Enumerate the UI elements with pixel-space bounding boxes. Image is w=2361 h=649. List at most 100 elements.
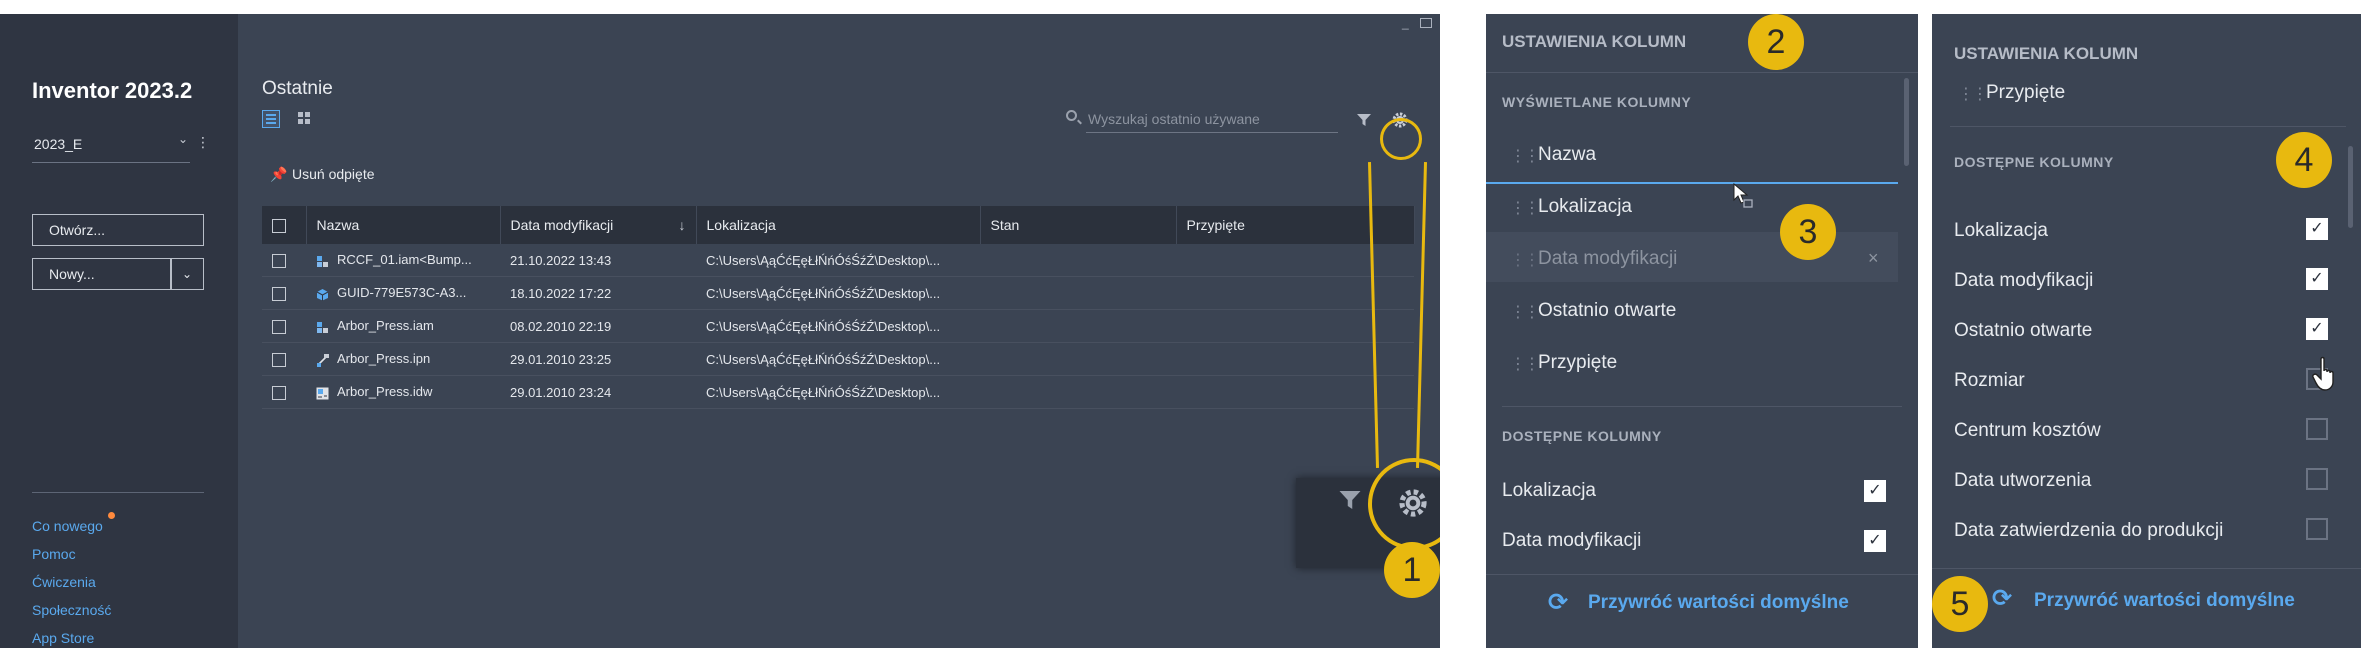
file-pinned	[1176, 375, 1414, 409]
select-all-header[interactable]	[262, 206, 307, 244]
displayed-column-item[interactable]: Przypięte	[1538, 352, 1617, 374]
restore-defaults-button[interactable]: Przywróć wartości domyślne	[1588, 592, 1849, 614]
select-all-checkbox[interactable]	[272, 219, 286, 234]
row-checkbox[interactable]	[272, 352, 286, 367]
remove-column-icon[interactable]: ×	[1868, 248, 1879, 269]
available-columns-header: DOSTĘPNE KOLUMNY	[1954, 154, 2114, 170]
grid-view-icon[interactable]	[296, 110, 314, 128]
column-header-pinned[interactable]: Przypięte	[1176, 206, 1415, 244]
table-header-row: Nazwa Data modyfikacji ↓ Lokalizacja Stan…	[262, 206, 1415, 244]
dragged-column-item[interactable]: Data modyfikacji	[1538, 248, 1677, 270]
step-badge-2: 2	[1748, 14, 1804, 70]
refresh-icon[interactable]: ⟳	[1992, 584, 2012, 613]
part-icon	[316, 288, 329, 301]
file-location: C:\Users\ĄąĆćĘęŁłŃńÓśŚźŹ\Desktop\...	[696, 244, 980, 277]
more-options-icon[interactable]: ⋮	[196, 134, 210, 151]
file-name-cell[interactable]: GUID-779E573C-A3...	[306, 276, 500, 310]
displayed-column-item[interactable]: Ostatnio otwarte	[1538, 300, 1676, 322]
table-row[interactable]: Arbor_Press.ipn 29.01.2010 23:25 C:\Users\…	[262, 342, 1414, 376]
file-pinned	[1176, 309, 1414, 343]
table-row[interactable]: RCCF_01.iam<Bump... 21.10.2022 13:43 C:\Us…	[262, 244, 1414, 277]
table-row[interactable]: GUID-779E573C-A3... 18.10.2022 17:22 C:\Us…	[262, 276, 1414, 310]
pin-icon: 📌	[270, 166, 288, 182]
link-whats-new[interactable]: Co nowego	[32, 518, 103, 534]
hand-cursor-icon	[2312, 356, 2334, 391]
drawing-icon	[316, 387, 329, 400]
column-header-location[interactable]: Lokalizacja	[696, 206, 981, 244]
displayed-column-item[interactable]: Lokalizacja	[1538, 196, 1632, 218]
sidebar: Inventor 2023.2 2023_E ⌄ ⋮ Otwórz... Now…	[0, 14, 238, 648]
file-name: Arbor_Press.ipn	[337, 351, 431, 367]
project-selector[interactable]: 2023_E	[34, 136, 82, 152]
row-select-cell[interactable]	[262, 244, 306, 277]
table-row[interactable]: Arbor_Press.iam 08.02.2010 22:19 C:\Users\…	[262, 309, 1414, 343]
restore-window-icon[interactable]	[1420, 18, 1432, 28]
available-column-item: Ostatnio otwarte	[1954, 320, 2093, 341]
open-button[interactable]: Otwórz...	[32, 214, 204, 246]
drag-handle-icon[interactable]: ⋮⋮	[1510, 146, 1540, 166]
file-name-cell[interactable]: Arbor_Press.idw	[306, 375, 500, 409]
row-select-cell[interactable]	[262, 276, 306, 310]
chevron-down-icon[interactable]: ⌄	[178, 132, 188, 146]
row-checkbox[interactable]	[272, 286, 286, 301]
row-select-cell[interactable]	[262, 375, 306, 409]
new-button[interactable]: Nowy...	[32, 258, 172, 290]
available-column-checkbox[interactable]	[2306, 218, 2328, 240]
file-name-cell[interactable]: RCCF_01.iam<Bump...	[306, 244, 500, 277]
link-app-store[interactable]: App Store	[32, 630, 94, 646]
available-column-checkbox[interactable]	[2306, 268, 2328, 290]
drag-handle-icon[interactable]: ⋮⋮	[1510, 354, 1540, 374]
new-dropdown-chevron-icon[interactable]: ⌄	[170, 258, 204, 290]
file-name-cell[interactable]: Arbor_Press.ipn	[306, 342, 500, 376]
drag-handle-icon[interactable]: ⋮⋮	[1510, 250, 1540, 270]
link-community[interactable]: Społeczność	[32, 602, 111, 618]
column-header-state[interactable]: Stan	[980, 206, 1177, 244]
presentation-icon	[316, 353, 329, 367]
file-location: C:\Users\ĄąĆćĘęŁłŃńÓśŚźŹ\Desktop\...	[696, 276, 980, 310]
link-help[interactable]: Pomoc	[32, 546, 76, 562]
available-column-checkbox[interactable]	[1864, 530, 1886, 552]
scrollbar-thumb[interactable]	[1904, 78, 1909, 166]
available-column-checkbox[interactable]	[2306, 468, 2328, 490]
file-state	[980, 342, 1176, 376]
row-select-cell[interactable]	[262, 309, 306, 343]
row-select-cell[interactable]	[262, 342, 306, 376]
available-column-checkbox[interactable]	[1864, 480, 1886, 502]
displayed-column-item[interactable]: Przypięte	[1986, 82, 2065, 104]
table-row[interactable]: Arbor_Press.idw 29.01.2010 23:24 C:\Users\…	[262, 375, 1414, 409]
drag-handle-icon[interactable]: ⋮⋮	[1510, 198, 1540, 218]
link-tutorials[interactable]: Ćwiczenia	[32, 574, 96, 590]
scrollbar-thumb[interactable]	[2348, 146, 2353, 228]
row-checkbox[interactable]	[272, 253, 286, 268]
row-checkbox[interactable]	[272, 385, 286, 400]
minimize-icon[interactable]: _	[1402, 16, 1409, 30]
available-column-item: Data modyfikacji	[1502, 530, 1642, 551]
drop-indicator-line	[1486, 182, 1898, 184]
available-column-checkbox[interactable]	[2306, 518, 2328, 540]
row-checkbox[interactable]	[272, 319, 286, 334]
remove-unpinned-button[interactable]: Usuń odpięte	[292, 166, 375, 182]
available-column-checkbox[interactable]	[2306, 418, 2328, 440]
column-header-name[interactable]: Nazwa	[306, 206, 501, 244]
drag-handle-icon[interactable]: ⋮⋮	[1510, 302, 1540, 322]
file-pinned	[1176, 342, 1414, 376]
restore-defaults-button[interactable]: Przywróć wartości domyślne	[2034, 590, 2295, 612]
file-state	[980, 309, 1176, 343]
file-location: C:\Users\ĄąĆćĘęŁłŃńÓśŚźŹ\Desktop\...	[696, 309, 980, 343]
file-date: 29.01.2010 23:24	[500, 375, 696, 409]
list-view-icon[interactable]	[262, 110, 280, 128]
available-column-item: Data utworzenia	[1954, 470, 2092, 491]
search-input[interactable]	[1086, 106, 1338, 133]
available-column-checkbox[interactable]	[2306, 318, 2328, 340]
sort-descending-icon[interactable]: ↓	[679, 217, 686, 233]
column-header-date[interactable]: Data modyfikacji ↓	[500, 206, 697, 244]
filter-icon[interactable]	[1356, 112, 1372, 128]
file-name-cell[interactable]: Arbor_Press.iam	[306, 309, 500, 343]
file-name: RCCF_01.iam<Bump...	[337, 252, 472, 268]
available-column-item: Lokalizacja	[1502, 480, 1596, 501]
displayed-column-item[interactable]: Nazwa	[1538, 144, 1596, 166]
refresh-icon[interactable]: ⟳	[1548, 588, 1568, 617]
drag-handle-icon[interactable]: ⋮⋮	[1958, 84, 1988, 104]
inventor-home-window: Inventor 2023.2 2023_E ⌄ ⋮ Otwórz... Now…	[0, 14, 1440, 648]
displayed-columns-header: WYŚWIETLANE KOLUMNY	[1502, 94, 1692, 110]
